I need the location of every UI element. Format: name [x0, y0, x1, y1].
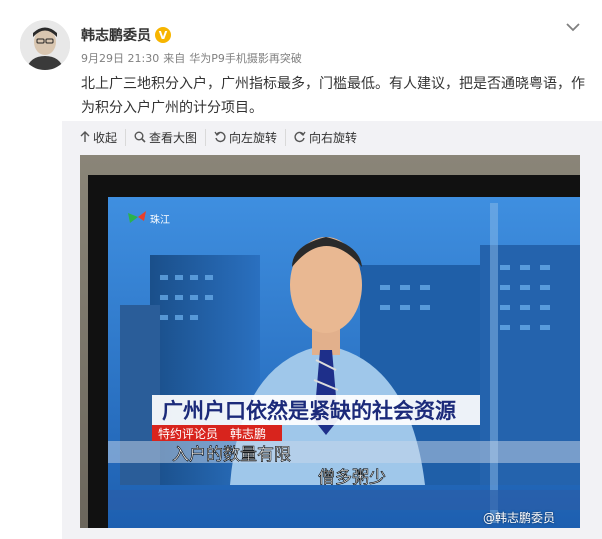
magnifier-icon	[134, 131, 146, 143]
author-row: 韩志鹏委员 V	[81, 25, 171, 45]
tv-subtitle-right: 僧多粥少	[318, 468, 386, 488]
view-large-label: 查看大图	[149, 130, 198, 145]
weibo-post: 韩志鹏委员 V 9月29日 21:30 来自 华为P9手机摄影再突破 北上广三地…	[0, 0, 602, 539]
image-watermark: @韩志鹏委员	[483, 509, 555, 526]
tv-subtitle-left: 入户的数量有限	[172, 445, 291, 465]
post-text: 北上广三地积分入户，广州指标最多，门槛最低。有人建议，把是否通晓粤语，作为积分入…	[81, 76, 585, 116]
post-source[interactable]: 华为P9手机摄影再突破	[189, 50, 302, 66]
watermark-text: @韩志鹏委员	[483, 511, 556, 525]
author-name[interactable]: 韩志鹏委员	[81, 25, 151, 45]
verified-badge-icon: V	[155, 27, 171, 43]
tv-commentator: 韩志鹏	[230, 426, 266, 441]
post-time[interactable]: 9月29日 21:30	[81, 50, 159, 66]
post-meta: 9月29日 21:30 来自 华为P9手机摄影再突破	[81, 50, 302, 66]
collapse-label: 收起	[93, 130, 118, 145]
chevron-down-icon[interactable]	[566, 22, 580, 32]
tv-screen: 珠江 广州户口依然是紧缺的社会资源 特约评论员 韩志鹏 入户的数量有限 僧多粥少	[108, 197, 580, 528]
rotate-left-button[interactable]: 向左旋转	[205, 128, 285, 146]
rotate-right-label: 向右旋转	[309, 130, 358, 145]
post-photo[interactable]: 珠江 广州户口依然是紧缺的社会资源 特约评论员 韩志鹏 入户的数量有限 僧多粥少	[80, 155, 580, 528]
collapse-button[interactable]: 收起	[80, 129, 125, 146]
tv-headline: 广州户口依然是紧缺的社会资源	[162, 399, 456, 423]
tv-screen-photo: 珠江 广州户口依然是紧缺的社会资源 特约评论员 韩志鹏 入户的数量有限 僧多粥少	[80, 155, 580, 528]
source-prefix: 来自	[163, 52, 186, 65]
rotate-left-icon	[214, 131, 226, 143]
tv-role-tag: 特约评论员	[158, 426, 218, 441]
rotate-right-button[interactable]: 向右旋转	[285, 128, 365, 146]
rotate-left-label: 向左旋转	[229, 130, 278, 145]
arrow-up-icon	[80, 131, 90, 142]
avatar[interactable]	[20, 20, 70, 70]
view-large-button[interactable]: 查看大图	[125, 128, 205, 146]
channel-logo-text: 珠江	[150, 213, 170, 226]
rotate-right-icon	[294, 131, 306, 143]
media-toolbar: 收起 查看大图 向左旋转 向右旋转	[80, 128, 365, 146]
